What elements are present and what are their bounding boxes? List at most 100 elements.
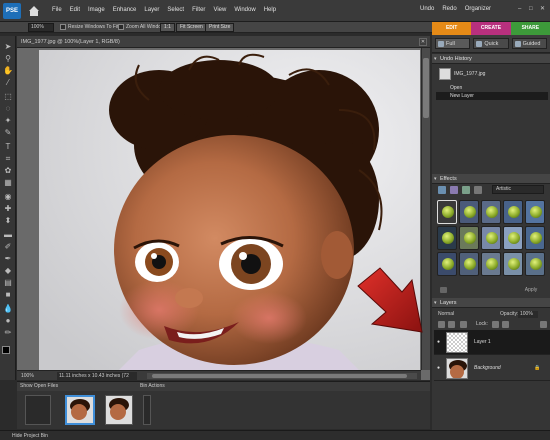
bin-thumbnail-empty[interactable] bbox=[25, 395, 51, 425]
home-icon[interactable] bbox=[27, 4, 41, 18]
tab-create[interactable]: CREATE bbox=[471, 22, 511, 35]
effect-thumbnail[interactable] bbox=[459, 226, 479, 250]
lock-transparent-icon[interactable] bbox=[492, 321, 499, 328]
cookie-cutter-tool-icon[interactable]: ✿ bbox=[3, 166, 13, 175]
effect-thumbnail[interactable] bbox=[525, 252, 545, 276]
menu-window[interactable]: Window bbox=[230, 7, 259, 13]
layers-header[interactable]: Layers bbox=[432, 298, 550, 308]
effects-info-icon[interactable] bbox=[440, 287, 447, 293]
print-size-button[interactable]: Print Size bbox=[205, 23, 235, 32]
foreground-color-swatch[interactable] bbox=[2, 346, 10, 354]
sponge-tool-icon[interactable]: ● bbox=[3, 316, 13, 325]
effect-thumbnail[interactable] bbox=[503, 200, 523, 224]
document-tab[interactable]: IMG_1977.jpg @ 100%(Layer 1, RGB/8) ✕ bbox=[17, 36, 430, 48]
effect-thumbnail[interactable] bbox=[481, 252, 501, 276]
layer-styles-icon[interactable] bbox=[450, 186, 458, 194]
show-all-icon[interactable] bbox=[474, 186, 482, 194]
adjustment-layer-icon[interactable] bbox=[448, 321, 455, 328]
lock-all-icon[interactable] bbox=[502, 321, 509, 328]
brush-tool-icon[interactable]: ✐ bbox=[3, 242, 13, 251]
red-eye-tool-icon[interactable]: ◉ bbox=[3, 192, 13, 201]
layer-row-selected[interactable]: ● Layer 1 bbox=[434, 330, 550, 355]
menu-help[interactable]: Help bbox=[260, 7, 280, 13]
layer-row[interactable]: ● Background 🔒 bbox=[434, 356, 550, 381]
menu-edit[interactable]: Edit bbox=[66, 7, 84, 13]
menu-filter[interactable]: Filter bbox=[188, 7, 209, 13]
marquee-tool-icon[interactable]: ⬚ bbox=[3, 92, 13, 101]
magic-wand-tool-icon[interactable]: ✦ bbox=[3, 116, 13, 125]
close-icon[interactable]: ✕ bbox=[540, 6, 546, 12]
bin-thumbnail[interactable] bbox=[105, 395, 133, 425]
opacity-field[interactable]: 100% bbox=[518, 311, 538, 318]
selection-brush-tool-icon[interactable]: ✎ bbox=[3, 128, 13, 137]
shape-tool-icon[interactable]: ■ bbox=[3, 290, 13, 299]
eraser-tool-icon[interactable]: ▬ bbox=[3, 230, 13, 239]
crop-tool-icon[interactable]: ⌗ bbox=[3, 154, 13, 163]
effect-thumbnail[interactable] bbox=[503, 226, 523, 250]
effect-thumbnail[interactable] bbox=[481, 226, 501, 250]
redo-button[interactable]: Redo bbox=[442, 6, 456, 12]
undo-step-selected[interactable]: New Layer bbox=[436, 92, 548, 100]
link-layers-icon[interactable] bbox=[460, 321, 467, 328]
horizontal-scrollbar[interactable] bbox=[147, 373, 417, 379]
photo-effects-icon[interactable] bbox=[462, 186, 470, 194]
blend-mode-dropdown[interactable]: Normal bbox=[438, 310, 478, 319]
effects-category-dropdown[interactable]: Artistic bbox=[492, 185, 544, 194]
type-tool-icon[interactable]: T bbox=[3, 142, 13, 151]
effect-thumbnail[interactable] bbox=[459, 200, 479, 224]
gradient-tool-icon[interactable]: ▤ bbox=[3, 278, 13, 287]
effect-thumbnail[interactable] bbox=[525, 200, 545, 224]
menu-file[interactable]: File bbox=[48, 7, 66, 13]
blur-tool-icon[interactable]: 💧 bbox=[3, 304, 13, 313]
hide-project-bin-button[interactable]: Hide Project Bin bbox=[12, 433, 48, 439]
tab-quick[interactable]: Quick bbox=[473, 38, 509, 49]
minimize-icon[interactable]: – bbox=[518, 6, 524, 12]
straighten-tool-icon[interactable]: ▦ bbox=[3, 178, 13, 187]
tab-edit[interactable]: EDIT bbox=[432, 22, 472, 35]
lasso-tool-icon[interactable]: ◌ bbox=[3, 104, 13, 113]
menu-enhance[interactable]: Enhance bbox=[109, 7, 141, 13]
zoom-tool-icon[interactable]: ⚲ bbox=[3, 54, 13, 63]
zoom-all-checkbox[interactable] bbox=[118, 24, 124, 30]
effect-thumbnail[interactable] bbox=[437, 226, 457, 250]
bin-thumbnail-partial[interactable] bbox=[143, 395, 151, 425]
effect-thumbnail[interactable] bbox=[437, 252, 457, 276]
menu-view[interactable]: View bbox=[209, 7, 230, 13]
apply-button[interactable]: Apply bbox=[518, 286, 544, 295]
effect-thumbnail[interactable] bbox=[525, 226, 545, 250]
effect-thumbnail[interactable] bbox=[459, 252, 479, 276]
pencil-tool-icon[interactable]: ✏ bbox=[3, 328, 13, 337]
status-zoom[interactable]: 100% bbox=[21, 373, 34, 379]
clone-stamp-tool-icon[interactable]: ⬍ bbox=[3, 216, 13, 225]
resize-windows-checkbox[interactable] bbox=[60, 24, 66, 30]
move-tool-icon[interactable]: ➤ bbox=[3, 42, 13, 51]
effect-thumbnail[interactable] bbox=[503, 252, 523, 276]
undo-step[interactable]: Open bbox=[436, 84, 548, 92]
vertical-scroll-thumb[interactable] bbox=[423, 58, 429, 118]
hand-tool-icon[interactable]: ✋ bbox=[3, 66, 13, 75]
show-open-files-dropdown[interactable]: Show Open Files bbox=[20, 383, 65, 390]
eyedropper-tool-icon[interactable]: ⁄ bbox=[3, 78, 13, 87]
one-to-one-button[interactable]: 1:1 bbox=[160, 23, 175, 32]
smart-brush-tool-icon[interactable]: ✒ bbox=[3, 254, 13, 263]
organizer-button[interactable]: Organizer bbox=[465, 6, 491, 12]
maximize-icon[interactable]: □ bbox=[529, 6, 535, 12]
bin-actions-menu[interactable]: Bin Actions bbox=[140, 383, 185, 390]
zoom-field[interactable]: 100% bbox=[28, 23, 54, 32]
tab-guided[interactable]: Guided bbox=[511, 38, 547, 49]
undo-button[interactable]: Undo bbox=[420, 6, 434, 12]
visibility-eye-icon[interactable]: ● bbox=[437, 365, 443, 371]
document-close-icon[interactable]: ✕ bbox=[419, 38, 427, 46]
paint-bucket-tool-icon[interactable]: ◆ bbox=[3, 266, 13, 275]
effect-thumbnail[interactable] bbox=[437, 200, 457, 224]
undo-history-header[interactable]: Undo History bbox=[432, 54, 550, 64]
undo-snapshot[interactable]: IMG_1977.jpg bbox=[436, 66, 548, 82]
healing-brush-tool-icon[interactable]: ✚ bbox=[3, 204, 13, 213]
effects-header[interactable]: Effects bbox=[432, 174, 550, 184]
effect-thumbnail[interactable] bbox=[481, 200, 501, 224]
filters-icon[interactable] bbox=[438, 186, 446, 194]
menu-layer[interactable]: Layer bbox=[140, 7, 163, 13]
menu-select[interactable]: Select bbox=[163, 7, 188, 13]
tab-share[interactable]: SHARE bbox=[510, 22, 550, 35]
fit-screen-button[interactable]: Fit Screen bbox=[176, 23, 207, 32]
